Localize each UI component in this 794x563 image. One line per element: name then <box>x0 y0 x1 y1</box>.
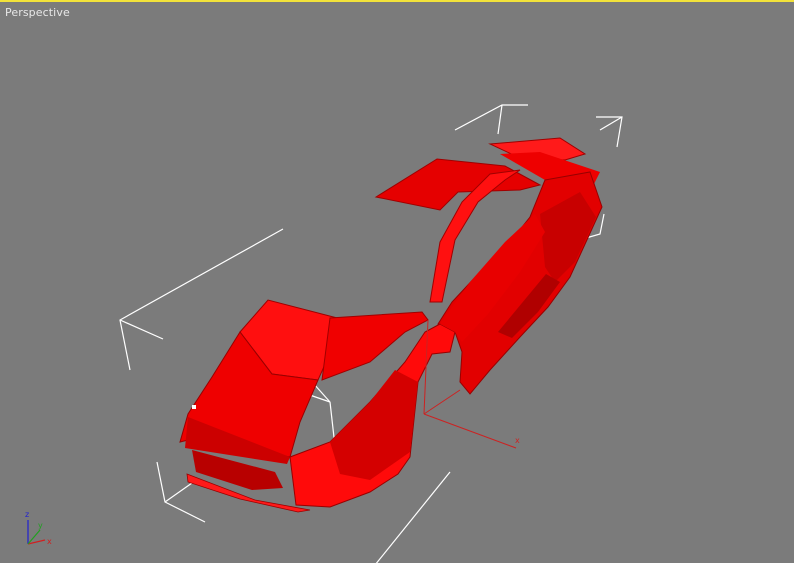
perspective-viewport[interactable]: Perspective x z y x <box>0 0 794 563</box>
gizmo-z-label: z <box>25 510 29 519</box>
car-body[interactable] <box>179 137 603 513</box>
gizmo-y-label: y <box>38 521 43 530</box>
pivot-axis-x-label: x <box>515 436 520 445</box>
scene-canvas[interactable]: x z y x <box>0 2 794 563</box>
gizmo-x-label: x <box>47 537 52 546</box>
